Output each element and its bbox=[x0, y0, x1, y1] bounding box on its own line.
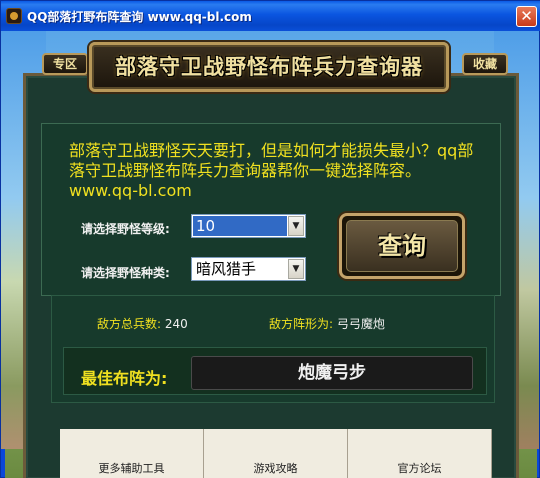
type-select-value: 暗风猎手 bbox=[196, 260, 257, 278]
total-troops-label: 敌方总兵数: bbox=[97, 317, 162, 331]
header-plaque: 部落守卫战野怪布阵兵力查询器 bbox=[89, 42, 449, 92]
type-select[interactable]: 暗风猎手 ▼ bbox=[191, 257, 306, 281]
level-select-value: 10 bbox=[193, 216, 287, 236]
best-formation-label: 最佳布阵为: bbox=[81, 369, 168, 388]
app-icon bbox=[6, 8, 22, 24]
close-button[interactable]: ✕ bbox=[516, 6, 537, 27]
best-formation-value: 炮魔弓步 bbox=[191, 356, 473, 390]
more-tools-button[interactable]: 更多辅助工具 bbox=[60, 429, 204, 478]
title-bar[interactable]: QQ部落打野布阵查询 www.qq-bl.com ✕ bbox=[1, 1, 540, 31]
formation-stat: 敌方阵形为: 弓弓魔炮 bbox=[269, 315, 385, 332]
official-forum-button[interactable]: 官方论坛 bbox=[348, 429, 492, 478]
zone-button[interactable]: 专区 bbox=[42, 53, 88, 75]
page-title: 部落守卫战野怪布阵兵力查询器 bbox=[115, 55, 423, 79]
intro-text: 部落守卫战野怪天天要打，但是如何才能损失最小？qq部落守卫战野怪布阵兵力查询器帮… bbox=[69, 141, 474, 200]
app-window: QQ部落打野布阵查询 www.qq-bl.com ✕ 专区 收藏 部落守卫战野怪… bbox=[0, 0, 540, 478]
total-troops-stat: 敌方总兵数: 240 bbox=[97, 315, 188, 332]
level-label: 请选择野怪等级: bbox=[81, 222, 170, 236]
query-button-label: 查询 bbox=[346, 220, 458, 272]
query-button[interactable]: 查询 bbox=[339, 213, 465, 279]
type-label: 请选择野怪种类: bbox=[81, 266, 170, 280]
bookmark-button[interactable]: 收藏 bbox=[462, 53, 508, 75]
formation-label: 敌方阵形为: bbox=[269, 317, 334, 331]
chevron-down-icon[interactable]: ▼ bbox=[288, 216, 304, 236]
chevron-down-icon[interactable]: ▼ bbox=[288, 259, 304, 279]
window-title: QQ部落打野布阵查询 www.qq-bl.com bbox=[27, 10, 252, 24]
level-select[interactable]: 10 ▼ bbox=[191, 214, 306, 238]
game-guide-button[interactable]: 游戏攻略 bbox=[204, 429, 348, 478]
total-troops-value: 240 bbox=[164, 317, 188, 331]
formation-value: 弓弓魔炮 bbox=[336, 317, 385, 331]
